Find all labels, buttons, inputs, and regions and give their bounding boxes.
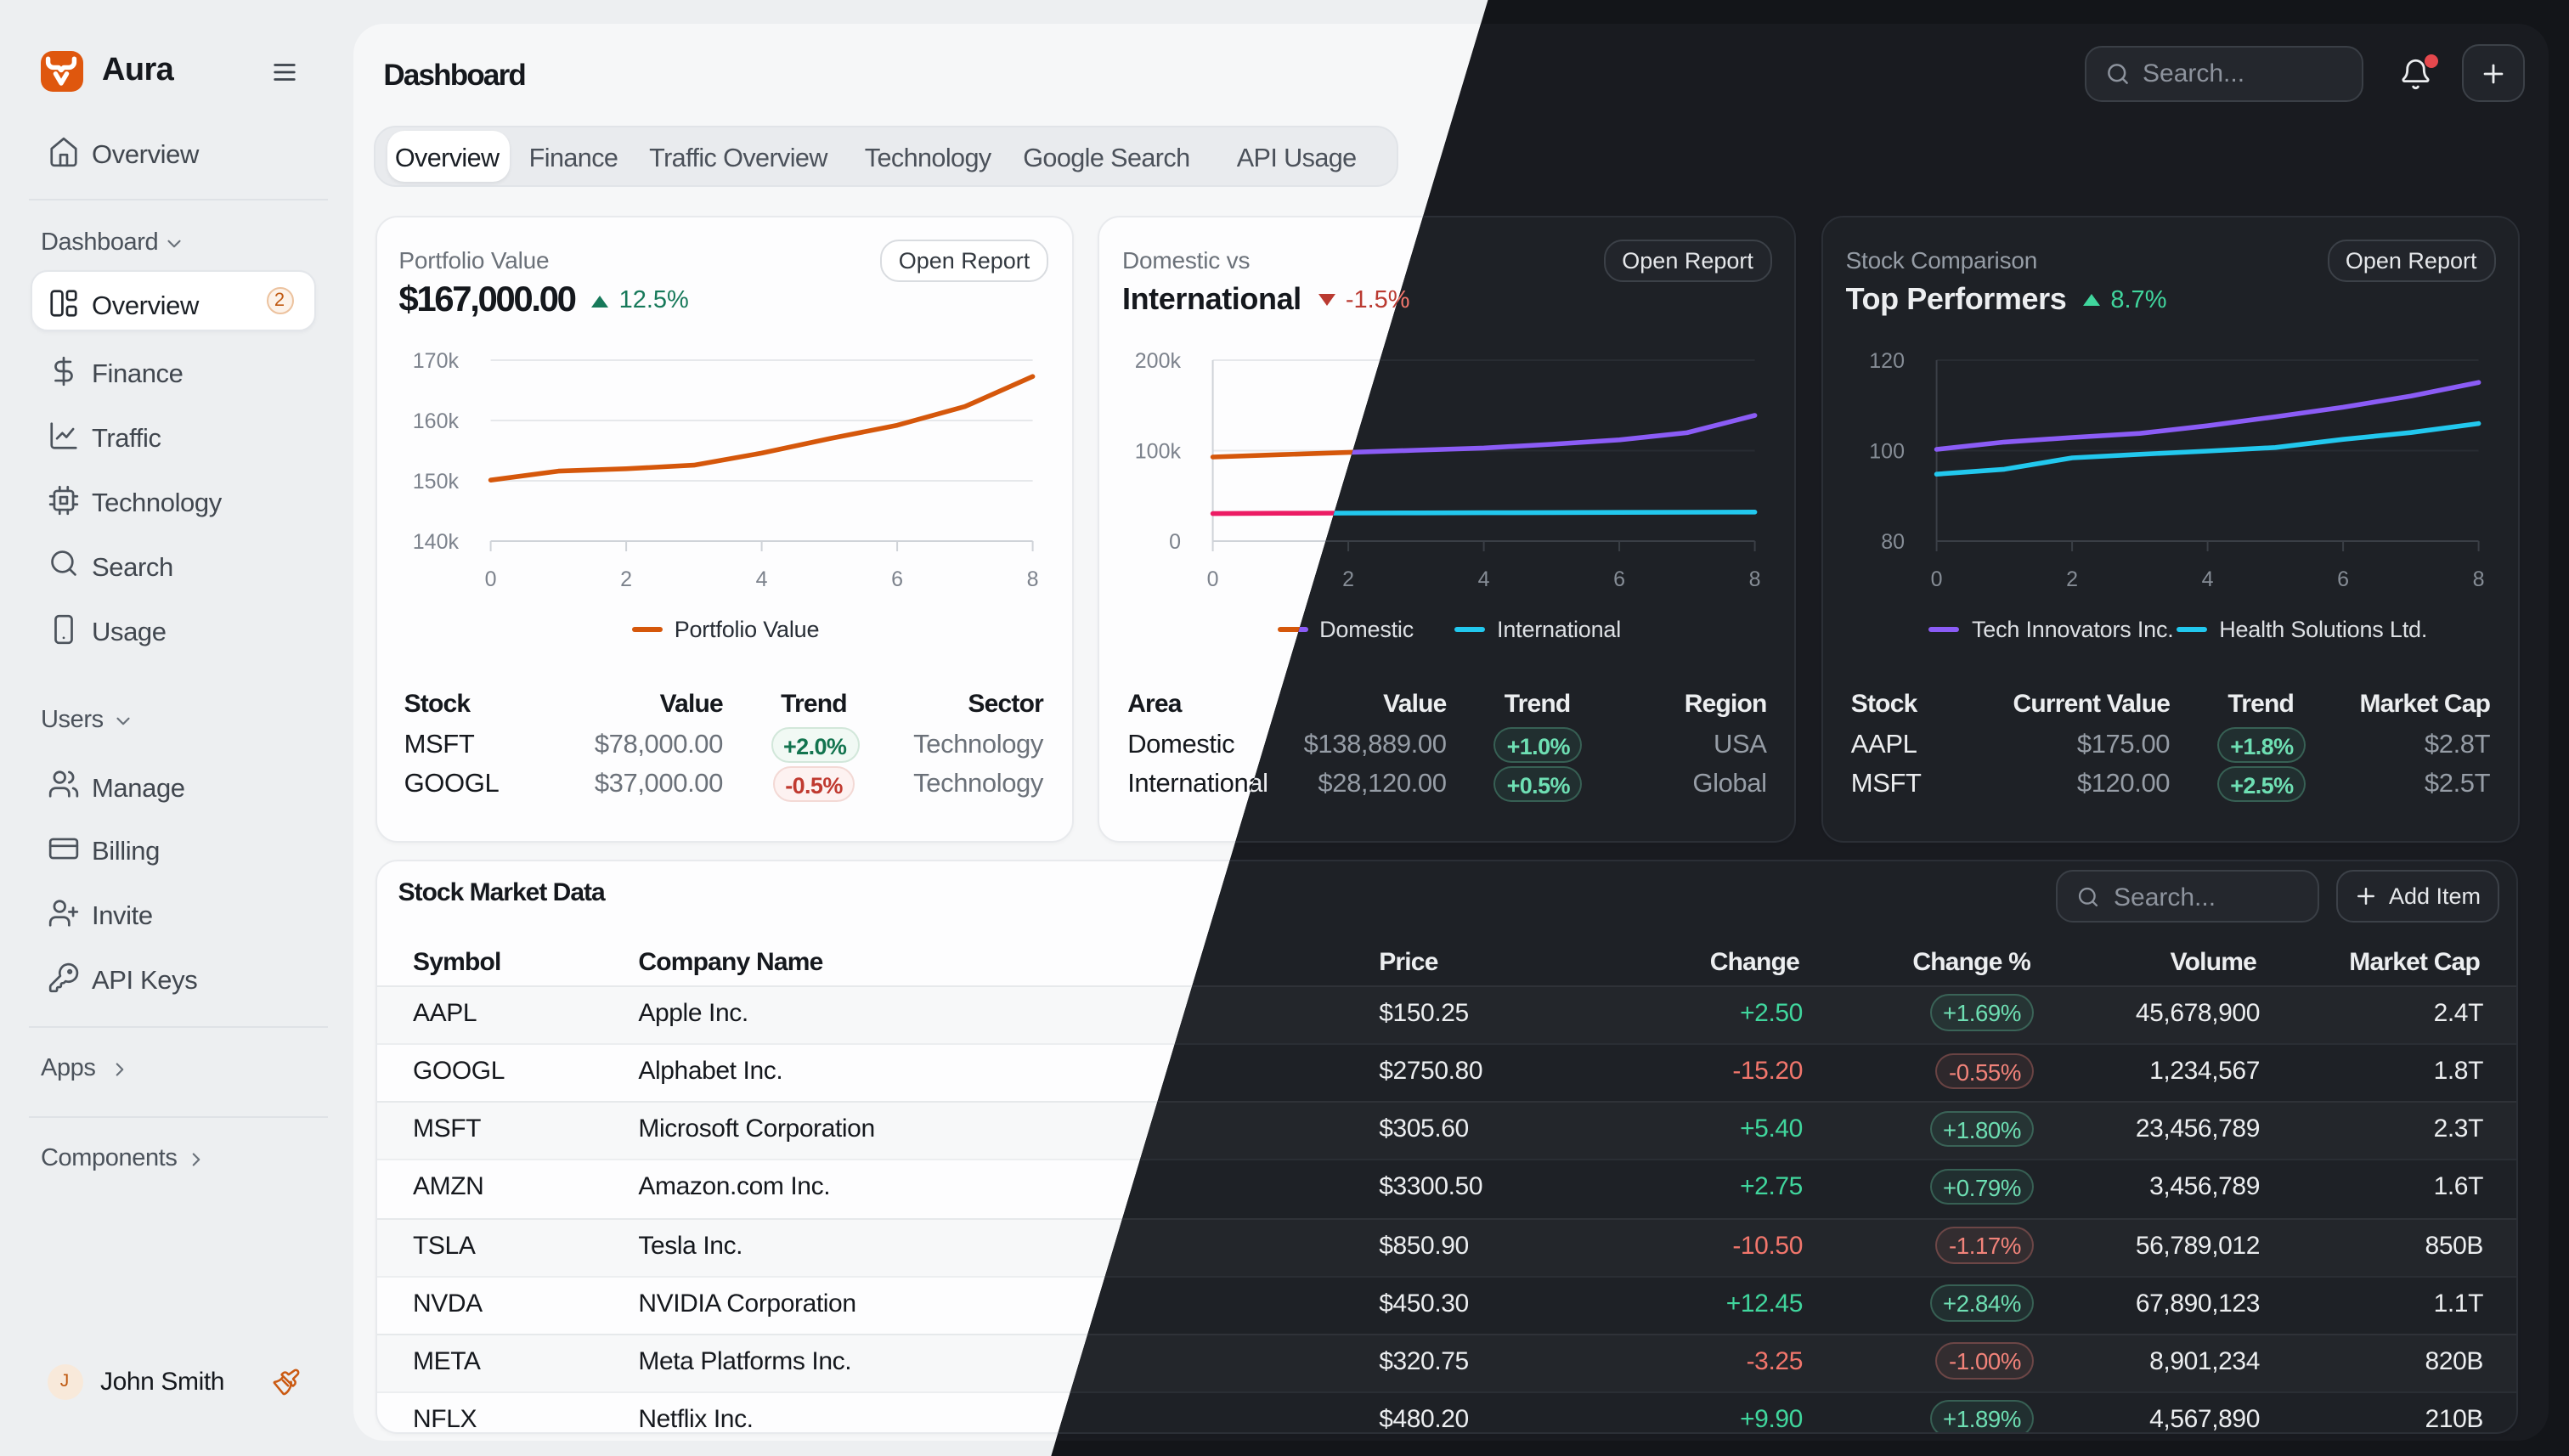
svg-text:140k: 140k bbox=[412, 529, 459, 553]
svg-text:6: 6 bbox=[890, 567, 902, 590]
svg-text:100: 100 bbox=[1869, 439, 1905, 463]
svg-text:2: 2 bbox=[619, 567, 631, 590]
svg-text:200k: 200k bbox=[1135, 348, 1182, 372]
svg-text:170k: 170k bbox=[412, 348, 459, 372]
svg-text:6: 6 bbox=[2337, 567, 2349, 590]
svg-text:8: 8 bbox=[1749, 567, 1761, 590]
svg-text:2: 2 bbox=[1343, 567, 1355, 590]
svg-text:6: 6 bbox=[1614, 567, 1626, 590]
svg-text:80: 80 bbox=[1881, 529, 1905, 553]
svg-text:0: 0 bbox=[1170, 529, 1182, 553]
svg-text:120: 120 bbox=[1869, 348, 1905, 372]
svg-text:2: 2 bbox=[2066, 567, 2078, 590]
svg-text:150k: 150k bbox=[412, 469, 459, 493]
svg-text:0: 0 bbox=[484, 567, 496, 590]
svg-text:8: 8 bbox=[2473, 567, 2485, 590]
svg-text:160k: 160k bbox=[412, 409, 459, 432]
svg-text:100k: 100k bbox=[1135, 439, 1182, 463]
svg-text:0: 0 bbox=[1207, 567, 1219, 590]
svg-text:0: 0 bbox=[1931, 567, 1943, 590]
svg-text:4: 4 bbox=[1478, 567, 1490, 590]
svg-text:4: 4 bbox=[2202, 567, 2214, 590]
svg-text:8: 8 bbox=[1026, 567, 1038, 590]
svg-text:4: 4 bbox=[755, 567, 767, 590]
